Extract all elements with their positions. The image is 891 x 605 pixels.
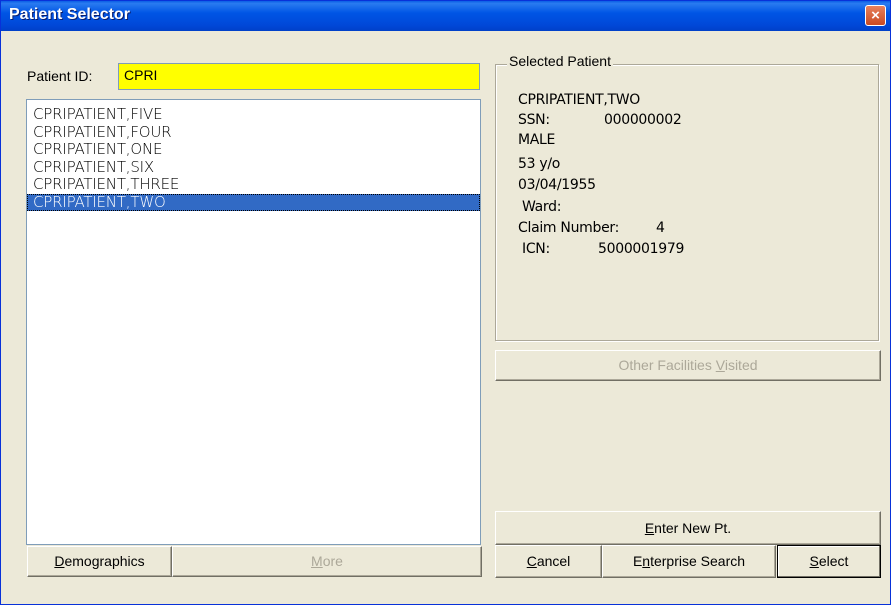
list-item[interactable]: CPRIPATIENT,SIX — [27, 158, 480, 177]
ssn-value: 000000002 — [604, 112, 682, 128]
patient-id-label: Patient ID: — [27, 68, 93, 84]
window-title: Patient Selector — [9, 6, 130, 23]
patient-sex: MALE — [518, 132, 556, 148]
patient-age: 53 y/o — [518, 156, 561, 172]
list-item[interactable]: CPRIPATIENT,TWO — [27, 193, 480, 211]
claim-number-label: Claim Number: — [518, 220, 620, 236]
enter-new-patient-button[interactable]: Enter New Pt. — [495, 511, 881, 545]
ssn-label: SSN: — [518, 112, 550, 128]
list-item[interactable]: CPRIPATIENT,FOUR — [27, 123, 480, 142]
claim-number-value: 4 — [656, 220, 665, 236]
patient-list[interactable]: CPRIPATIENT,FIVE CPRIPATIENT,FOUR CPRIPATI… — [26, 99, 481, 545]
patient-dob: 03/04/1955 — [518, 177, 596, 193]
list-item[interactable]: CPRIPATIENT,ONE — [27, 141, 480, 159]
cancel-button[interactable]: Cancel — [495, 545, 602, 578]
selected-patient-title: Selected Patient — [507, 53, 613, 69]
enterprise-search-button[interactable]: Enterprise Search — [602, 545, 776, 578]
close-icon[interactable]: × — [865, 5, 886, 26]
patient-selector-window: Patient Selector × Patient ID: CPRI CPRI… — [0, 0, 891, 605]
ward-label: Ward: — [522, 199, 562, 215]
more-button[interactable]: More — [172, 546, 482, 577]
select-button[interactable]: Select — [777, 545, 881, 578]
icn-label: ICN: — [522, 241, 550, 257]
icn-value: 5000001979 — [598, 241, 685, 257]
patient-name: CPRIPATIENT,TWO — [518, 92, 641, 108]
list-item[interactable]: CPRIPATIENT,FIVE — [27, 106, 480, 124]
list-item[interactable]: CPRIPATIENT,THREE — [27, 176, 480, 194]
demographics-button[interactable]: Demographics — [27, 546, 172, 577]
title-bar[interactable]: Patient Selector × — [1, 1, 890, 31]
other-facilities-button[interactable]: Other Facilities Visited — [495, 350, 881, 381]
patient-id-input[interactable]: CPRI — [118, 63, 480, 90]
